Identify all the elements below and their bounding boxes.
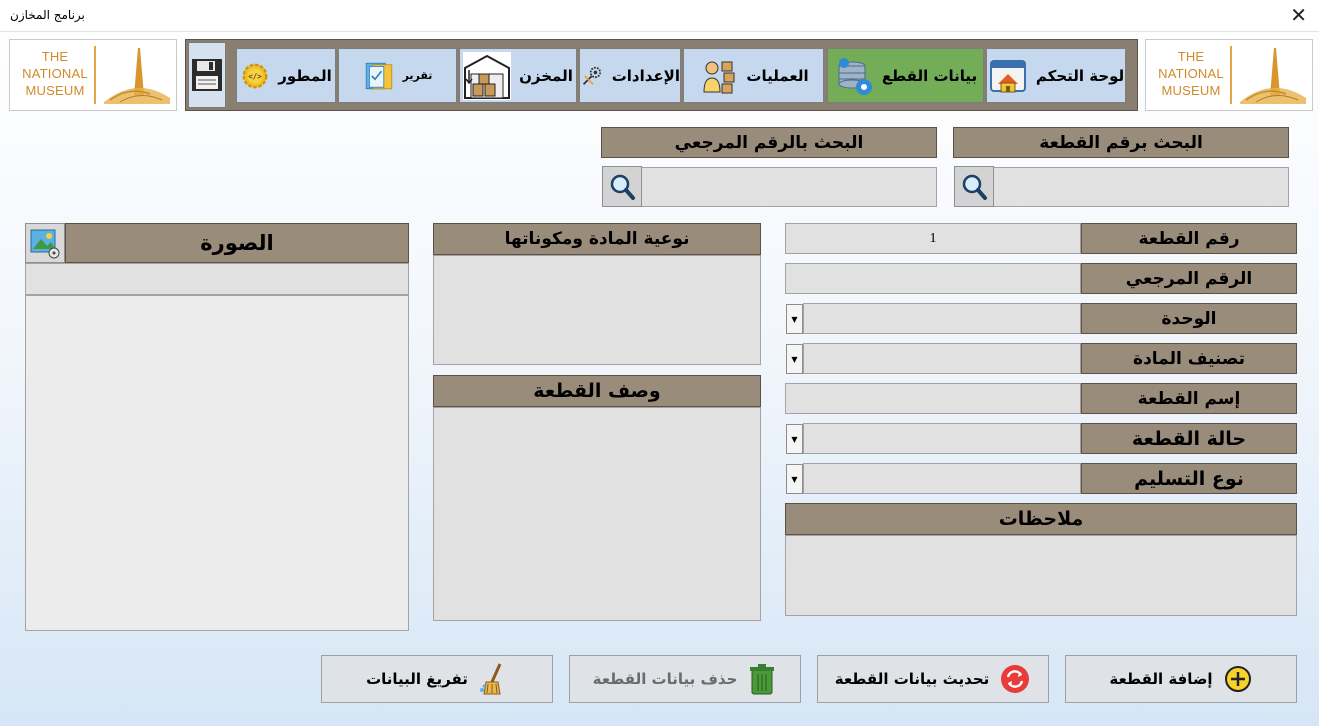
svg-text:</>: </> xyxy=(248,72,262,81)
nav-label: تقرير xyxy=(402,69,433,82)
nav-label: المطور xyxy=(278,66,332,85)
search-by-ref-label: البحث بالرقم المرجعي xyxy=(601,127,937,158)
worker-boxes-icon xyxy=(703,61,735,93)
notes-textarea[interactable] xyxy=(785,535,1297,616)
material-class-select[interactable] xyxy=(803,343,1081,374)
nav-label: لوحة التحكم xyxy=(1035,66,1125,85)
nav-operations[interactable]: العمليات xyxy=(683,48,824,103)
button-label: تفريغ البيانات xyxy=(366,670,468,688)
search-ref-button[interactable] xyxy=(602,166,642,207)
delivery-type-dropdown-icon[interactable]: ▼ xyxy=(786,464,803,494)
logo-text: THE NATIONAL MUSEUM xyxy=(22,49,88,98)
image-label: الصورة xyxy=(65,223,409,263)
nav-developer[interactable]: المطور </> xyxy=(236,48,336,103)
nav-label: الإعدادات xyxy=(611,66,680,85)
nav-label: المخزن xyxy=(519,66,573,85)
piece-description-label: وصف القطعة xyxy=(433,375,761,407)
code-gear-icon: </> xyxy=(242,63,268,88)
nav-settings[interactable]: الإعدادات xyxy=(579,48,681,103)
piece-name-label: إسم القطعة xyxy=(1081,383,1297,414)
image-path-field[interactable] xyxy=(25,263,409,295)
plus-circle-icon xyxy=(1224,666,1251,692)
button-label: إضافة القطعة xyxy=(1109,670,1213,688)
nav-report[interactable]: تقرير xyxy=(338,48,457,103)
tools-gear-icon xyxy=(582,66,602,85)
nav-warehouse[interactable]: المخزن xyxy=(459,48,577,103)
search-piece-input[interactable] xyxy=(993,167,1289,207)
material-composition-textarea[interactable] xyxy=(433,255,761,365)
piece-name-field[interactable] xyxy=(785,383,1081,414)
delivery-type-select[interactable] xyxy=(803,463,1081,494)
reference-number-field[interactable] xyxy=(785,263,1081,294)
nav-label: العمليات xyxy=(746,66,809,85)
delete-piece-button[interactable]: حذف بيانات القطعة xyxy=(569,655,801,703)
warehouse-icon xyxy=(463,51,512,100)
button-label: حذف بيانات القطعة xyxy=(592,670,738,688)
magnifier-icon xyxy=(610,174,635,200)
close-icon[interactable]: ✕ xyxy=(1290,4,1307,26)
broom-icon xyxy=(479,663,502,695)
image-preview xyxy=(25,295,409,631)
logo-text: THE NATIONAL MUSEUM xyxy=(1158,49,1224,98)
home-window-icon xyxy=(989,59,1026,92)
nav-label: بيانات القطع xyxy=(881,66,978,85)
window-title: برنامج المخازن xyxy=(10,8,85,22)
notes-label: ملاحظات xyxy=(785,503,1297,535)
piece-number-field[interactable]: 1 xyxy=(785,223,1081,254)
nav-piece-data[interactable]: بيانات القطع xyxy=(827,48,984,103)
search-by-piece-label: البحث برقم القطعة xyxy=(953,127,1289,158)
trash-bin-icon xyxy=(750,664,775,695)
museum-monument-icon xyxy=(1240,48,1306,104)
museum-logo-left: THE NATIONAL MUSEUM xyxy=(9,39,177,111)
save-button[interactable] xyxy=(188,42,226,108)
image-icon xyxy=(30,229,60,259)
material-composition-label: نوعية المادة ومكوناتها xyxy=(433,223,761,255)
piece-state-label: حالة القطعة xyxy=(1081,423,1297,454)
piece-state-dropdown-icon[interactable]: ▼ xyxy=(786,424,803,454)
museum-monument-icon xyxy=(104,48,170,104)
search-piece-button[interactable] xyxy=(954,166,994,207)
search-ref-input[interactable] xyxy=(641,167,937,207)
clear-data-button[interactable]: تفريغ البيانات xyxy=(321,655,553,703)
magnifier-icon xyxy=(962,174,987,200)
insert-image-button[interactable] xyxy=(25,223,65,263)
museum-logo-right: THE NATIONAL MUSEUM xyxy=(1145,39,1313,111)
update-piece-button[interactable]: تحديث بيانات القطعة xyxy=(817,655,1049,703)
report-icon xyxy=(365,62,392,89)
unit-select[interactable] xyxy=(803,303,1081,334)
piece-description-textarea[interactable] xyxy=(433,407,761,621)
reference-number-label: الرقم المرجعي xyxy=(1081,263,1297,294)
button-label: تحديث بيانات القطعة xyxy=(834,670,990,688)
window-titlebar: برنامج المخازن ✕ xyxy=(0,0,1319,32)
refresh-icon xyxy=(1001,665,1030,693)
material-class-label: تصنيف المادة xyxy=(1081,343,1297,374)
database-gear-icon xyxy=(838,57,872,95)
piece-state-select[interactable] xyxy=(803,423,1081,454)
piece-number-label: رقم القطعة xyxy=(1081,223,1297,254)
unit-label: الوحدة xyxy=(1081,303,1297,334)
delivery-type-label: نوع التسليم xyxy=(1081,463,1297,494)
nav-dashboard[interactable]: لوحة التحكم xyxy=(986,48,1126,103)
add-piece-button[interactable]: إضافة القطعة xyxy=(1065,655,1297,703)
unit-dropdown-icon[interactable]: ▼ xyxy=(786,304,803,334)
material-class-dropdown-icon[interactable]: ▼ xyxy=(786,344,803,374)
floppy-disk-icon xyxy=(192,59,222,91)
